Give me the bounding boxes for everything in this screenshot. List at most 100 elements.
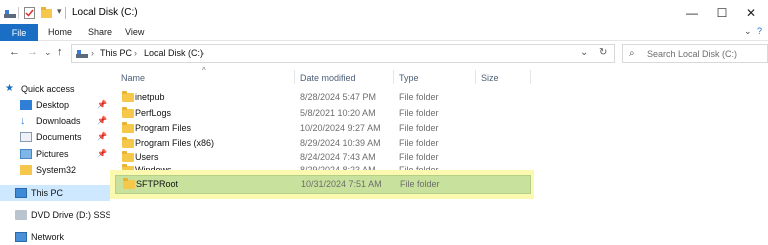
drive-icon (76, 50, 88, 58)
expand-ribbon-icon[interactable]: ⌄ (744, 26, 752, 37)
nav-system32[interactable]: System32 (20, 162, 110, 178)
file-row[interactable]: Program Files (x86) 8/29/2024 10:39 AM F… (115, 137, 527, 151)
address-row: ← → ⌄ ↑ › This PC › Local Disk (C:) › ⌄ … (0, 42, 768, 66)
file-date: 8/29/2024 10:39 AM (300, 138, 381, 148)
nav-label: System32 (36, 165, 77, 175)
nav-label: Quick access (21, 84, 75, 94)
pin-icon: 📌 (97, 100, 107, 109)
documents-icon (20, 132, 32, 142)
nav-label: Network (31, 232, 65, 242)
column-divider[interactable] (294, 70, 295, 84)
nav-label: Pictures (36, 149, 69, 159)
new-folder-icon[interactable] (41, 7, 52, 19)
computer-icon (15, 188, 27, 198)
file-row[interactable]: Program Files 10/20/2024 9:27 AM File fo… (115, 122, 527, 136)
column-header-name[interactable]: Name (121, 73, 145, 83)
column-divider[interactable] (393, 70, 394, 84)
file-row-selected[interactable]: SFTPRoot 10/31/2024 7:51 AM File folder (115, 175, 531, 194)
nav-label: Desktop (36, 100, 70, 110)
file-type: File folder (400, 179, 440, 189)
drive-icon (4, 10, 16, 18)
file-name: PerfLogs (135, 108, 172, 118)
pin-icon: 📌 (97, 149, 107, 158)
file-row[interactable]: inetpub 8/28/2024 5:47 PM File folder (115, 91, 527, 105)
maximize-icon: ☐ (716, 6, 728, 20)
back-button[interactable]: ← (9, 46, 20, 58)
folder-icon (123, 178, 135, 189)
column-header-size[interactable]: Size (481, 73, 499, 83)
forward-button[interactable]: → (27, 46, 38, 58)
download-icon: ↓ (20, 115, 26, 127)
ribbon-tabs: File Home Share View ⌄ ? (0, 24, 768, 41)
nav-quick-access[interactable]: ★ Quick access (5, 81, 115, 97)
nav-this-pc[interactable]: This PC (0, 185, 110, 201)
file-type: File folder (399, 138, 439, 148)
address-dropdown-icon[interactable]: ⌄ (580, 47, 588, 58)
minimize-button[interactable]: — (677, 3, 707, 23)
file-name: Users (135, 152, 159, 162)
maximize-button[interactable]: ☐ (707, 3, 737, 23)
tab-view[interactable]: View (125, 27, 144, 37)
pictures-icon (20, 149, 32, 159)
tab-home[interactable]: Home (48, 27, 72, 37)
breadcrumb-local-disk[interactable]: Local Disk (C:) (144, 48, 203, 58)
file-date: 10/31/2024 7:51 AM (301, 179, 382, 189)
sort-indicator-icon: ^ (202, 66, 206, 75)
title-divider (18, 7, 19, 19)
folder-icon (122, 107, 134, 118)
breadcrumb-separator: › (134, 48, 137, 58)
column-header-type[interactable]: Type (399, 73, 419, 83)
file-type: File folder (399, 152, 439, 162)
dvd-drive-icon (15, 210, 27, 220)
search-box[interactable]: ⌕ Search Local Disk (C:) (622, 44, 768, 63)
pin-icon: 📌 (97, 116, 107, 125)
file-name: Program Files (135, 123, 192, 133)
pin-icon: 📌 (97, 132, 107, 141)
quick-access-toolbar-dropdown[interactable]: ▾ (57, 6, 62, 17)
file-name: Program Files (x86) (135, 138, 215, 148)
desktop-icon (20, 100, 32, 110)
file-date: 8/24/2024 7:43 AM (300, 152, 376, 162)
minimize-icon: — (686, 6, 698, 20)
search-icon: ⌕ (629, 48, 635, 59)
search-placeholder: Search Local Disk (C:) (647, 49, 738, 59)
file-type: File folder (399, 108, 439, 118)
nav-dvd-drive[interactable]: DVD Drive (D:) SSS_X6 (15, 207, 110, 223)
breadcrumb-separator: › (201, 48, 204, 58)
breadcrumb-separator: › (91, 48, 94, 58)
properties-icon[interactable] (24, 7, 35, 19)
up-button[interactable]: ↑ (57, 46, 63, 58)
tab-share[interactable]: Share (88, 27, 112, 37)
folder-icon (122, 91, 134, 102)
window-title: Local Disk (C:) (72, 7, 138, 18)
address-bar[interactable]: › This PC › Local Disk (C:) › ⌄ ↻ (71, 44, 615, 63)
file-type: File folder (399, 92, 439, 102)
column-divider[interactable] (475, 70, 476, 84)
close-icon: ✕ (745, 6, 757, 20)
column-header-date[interactable]: Date modified (300, 73, 356, 83)
title-bar: ▾ Local Disk (C:) — ☐ ✕ (0, 0, 768, 26)
nav-network[interactable]: Network (15, 229, 110, 245)
breadcrumb-this-pc[interactable]: This PC (100, 48, 132, 58)
file-name: SFTPRoot (136, 179, 179, 189)
file-name: inetpub (135, 92, 165, 102)
nav-label: DVD Drive (D:) SSS_X6 (31, 210, 110, 220)
column-divider[interactable] (530, 70, 531, 84)
tab-file[interactable]: File (0, 24, 38, 41)
folder-icon (122, 137, 134, 148)
folder-icon (122, 122, 134, 133)
folder-icon (122, 151, 134, 162)
title-divider (65, 7, 66, 19)
file-date: 8/28/2024 5:47 PM (300, 92, 377, 102)
nav-label: Documents (36, 132, 82, 142)
file-row[interactable]: Users 8/24/2024 7:43 AM File folder (115, 151, 527, 165)
nav-label: This PC (31, 188, 64, 198)
recent-locations-button[interactable]: ⌄ (44, 47, 52, 58)
refresh-icon[interactable]: ↻ (599, 47, 607, 58)
help-icon[interactable]: ? (757, 26, 762, 36)
star-icon: ★ (5, 83, 14, 94)
file-date: 10/20/2024 9:27 AM (300, 123, 381, 133)
file-row[interactable]: PerfLogs 5/8/2021 10:20 AM File folder (115, 107, 527, 121)
folder-icon (20, 165, 32, 175)
close-button[interactable]: ✕ (736, 3, 766, 23)
